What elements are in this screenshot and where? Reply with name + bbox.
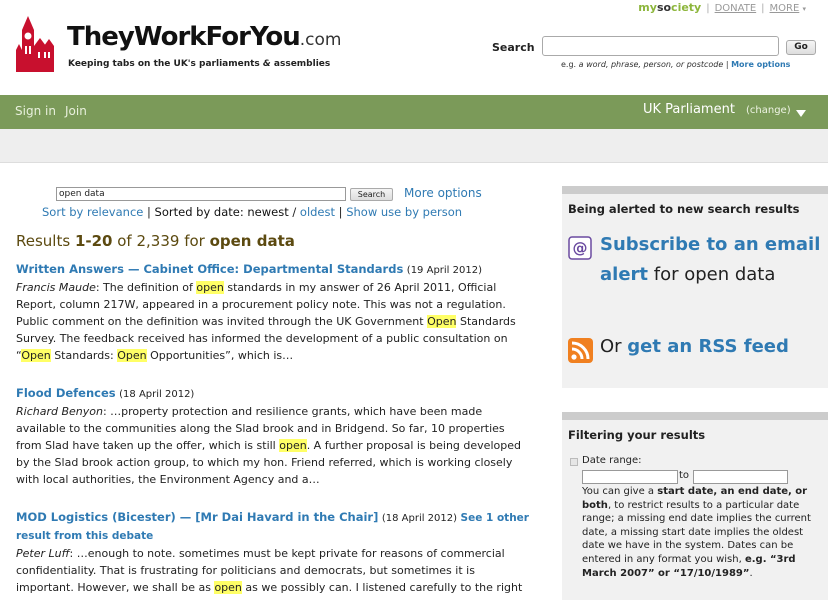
search-result: MOD Logistics (Bicester) — [Mr Dai Havar… [16,510,529,600]
result-title-link[interactable]: Flood Defences [16,386,116,400]
mysociety-logo[interactable]: mysociety [638,1,701,14]
alerts-heading: Being alerted to new search results [568,202,800,216]
header-more-options-link[interactable]: More options [731,60,790,69]
date-range-label: Date range: [582,455,642,466]
sub-nav-bar [0,129,828,163]
results-summary: Results 1-20 of 2,339 for open data [16,232,295,250]
svg-text:@: @ [573,239,588,257]
sort-current: Sorted by date: newest [154,205,289,219]
show-by-person-link[interactable]: Show use by person [346,205,462,219]
date-to-label: to [679,470,690,481]
header-search-hint: e.g. a word, phrase, person, or postcode… [561,60,791,69]
filters-panel: Filtering your results Date range: to Yo… [562,412,828,600]
alerts-panel: Being alerted to new search results @ Su… [562,186,828,388]
result-speaker[interactable]: Richard Benyon [16,405,103,418]
parliament-selector[interactable]: UK Parliament [643,102,735,117]
search-button[interactable]: Search [350,188,393,201]
date-range-checkbox[interactable] [570,458,578,466]
join-link[interactable]: Join [65,104,87,118]
top-utility-links: mysociety | DONATE | MORE ▾ [638,1,806,14]
more-options-link[interactable]: More options [404,186,482,200]
rss-icon[interactable] [568,338,593,363]
start-date-input[interactable] [582,470,678,484]
email-alert-text: Subscribe to an email alert for open dat… [600,234,821,285]
more-link[interactable]: MORE [770,3,800,14]
email-alert-icon[interactable]: @ [568,236,592,260]
sort-oldest-link[interactable]: oldest [300,205,335,219]
filters-heading: Filtering your results [568,428,706,442]
result-title-link[interactable]: MOD Logistics (Bicester) — [Mr Dai Havar… [16,510,378,524]
result-speaker[interactable]: Francis Maude [16,281,96,294]
result-title-link[interactable]: Written Answers — Cabinet Office: Depart… [16,262,403,276]
header-go-button[interactable]: Go [786,40,816,55]
result-date: (18 April 2012) [119,389,195,400]
big-ben-icon [16,16,54,72]
header-search-input[interactable] [542,36,779,56]
sort-relevance-link[interactable]: Sort by relevance [42,205,143,219]
sign-in-link[interactable]: Sign in [15,104,56,118]
search-result: Flood Defences (18 April 2012) Richard B… [16,386,521,486]
result-date: (19 April 2012) [406,265,482,276]
end-date-input[interactable] [693,470,788,484]
donate-link[interactable]: DONATE [715,3,757,14]
search-result: Written Answers — Cabinet Office: Depart… [16,262,516,362]
result-speaker[interactable]: Peter Luff [16,547,70,560]
logo-tagline: Keeping tabs on the UK's parliaments & a… [68,59,331,69]
logo-wordmark: TheyWorkForYou.com [67,22,342,52]
search-input[interactable]: open data [56,187,346,201]
date-range-help: You can give a start date, an end date, … [582,486,811,579]
rss-text: Or get an RSS feed [600,336,789,357]
site-logo[interactable]: TheyWorkForYou.com Keeping tabs on the U… [14,16,354,76]
sort-options: Sort by relevance | Sorted by date: newe… [42,205,463,219]
rss-feed-link[interactable]: get an RSS feed [627,336,789,357]
result-date: (18 April 2012) [381,513,458,524]
header-search-label: Search [492,41,535,54]
main-nav: Sign in Join UK Parliament (change) [0,95,828,129]
change-parliament-link[interactable]: (change) [746,105,791,116]
chevron-down-icon[interactable] [796,110,806,117]
